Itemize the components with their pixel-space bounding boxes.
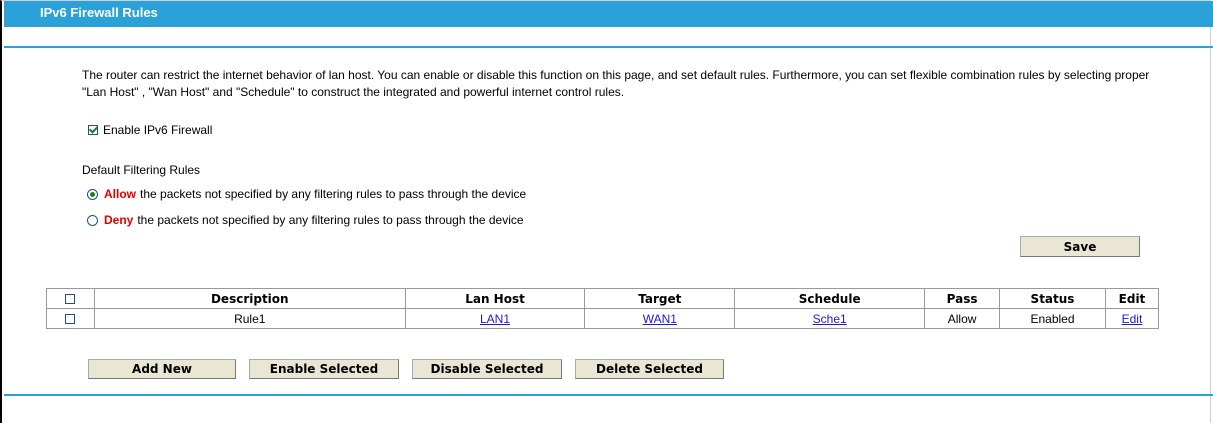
deny-rule-row: Deny the packets not specified by any fi… xyxy=(87,213,524,227)
row-status: Enabled xyxy=(999,308,1106,329)
target-link[interactable]: WAN1 xyxy=(643,312,677,326)
delete-selected-button[interactable]: Delete Selected xyxy=(575,359,724,379)
bottom-divider xyxy=(4,394,1213,396)
column-header-status: Status xyxy=(999,288,1106,309)
table-row: Rule1 LAN1 WAN1 Sche1 Allow Enabled Edit xyxy=(46,308,1160,329)
intro-text: The router can restrict the internet beh… xyxy=(82,68,1150,99)
row-description: Rule1 xyxy=(93,308,406,329)
schedule-link[interactable]: Sche1 xyxy=(813,312,847,326)
row-target-cell: WAN1 xyxy=(584,308,736,329)
enable-firewall-checkbox[interactable] xyxy=(88,125,98,135)
select-all-cell xyxy=(46,288,95,309)
enable-selected-button[interactable]: Enable Selected xyxy=(249,359,399,379)
select-all-checkbox[interactable] xyxy=(65,294,76,304)
rules-table: Description Lan Host Target Schedule Pas… xyxy=(46,288,1160,329)
top-divider xyxy=(4,46,1213,48)
column-header-pass: Pass xyxy=(924,288,1001,309)
lan-host-link[interactable]: LAN1 xyxy=(480,312,510,326)
default-rules-label: Default Filtering Rules xyxy=(82,163,201,177)
allow-keyword: Allow xyxy=(104,187,136,201)
disable-selected-button[interactable]: Disable Selected xyxy=(412,359,562,379)
row-schedule-cell: Sche1 xyxy=(734,308,926,329)
row-select-cell xyxy=(46,308,95,329)
table-header-row: Description Lan Host Target Schedule Pas… xyxy=(46,288,1160,309)
save-button[interactable]: Save xyxy=(1020,236,1140,257)
column-header-lan-host: Lan Host xyxy=(404,288,586,309)
allow-radio[interactable] xyxy=(87,188,98,200)
row-pass: Allow xyxy=(924,308,1001,329)
deny-radio[interactable] xyxy=(87,214,98,226)
add-new-button[interactable]: Add New xyxy=(88,359,236,379)
edit-link[interactable]: Edit xyxy=(1122,312,1143,326)
page-frame: IPv6 Firewall Rules The router can restr… xyxy=(0,0,1213,423)
row-edit-cell: Edit xyxy=(1104,308,1160,329)
column-header-target: Target xyxy=(584,288,736,309)
allow-text: the packets not specified by any filteri… xyxy=(140,187,527,201)
deny-text: the packets not specified by any filteri… xyxy=(137,213,524,227)
row-checkbox[interactable] xyxy=(65,314,76,325)
row-lan-host-cell: LAN1 xyxy=(404,308,586,329)
column-header-schedule: Schedule xyxy=(734,288,926,309)
deny-keyword: Deny xyxy=(104,213,134,227)
column-header-edit: Edit xyxy=(1104,288,1160,309)
column-header-description: Description xyxy=(93,288,406,309)
page-title: IPv6 Firewall Rules xyxy=(4,1,1213,27)
enable-firewall-row: Enable IPv6 Firewall xyxy=(88,123,212,137)
allow-rule-row: Allow the packets not specified by any f… xyxy=(87,187,526,201)
enable-firewall-label: Enable IPv6 Firewall xyxy=(103,123,213,137)
